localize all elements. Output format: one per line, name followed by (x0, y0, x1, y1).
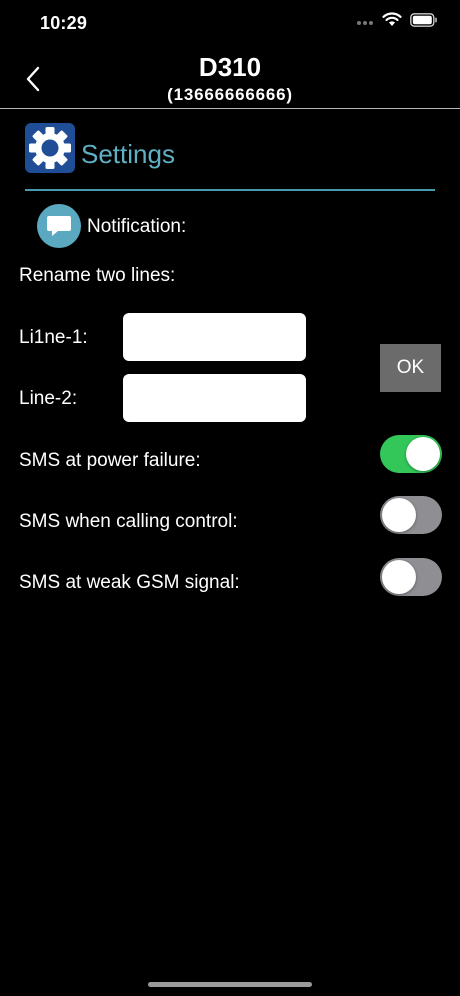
rename-lines-label: Rename two lines: (19, 265, 176, 286)
nav-divider (0, 108, 460, 109)
settings-gear-icon (25, 123, 75, 173)
line1-name-input[interactable] (123, 313, 306, 361)
sms-power-failure-toggle[interactable] (380, 435, 442, 473)
toggle-knob (382, 560, 416, 594)
line1-label: Li1ne-1: (19, 327, 88, 348)
sms-calling-control-toggle[interactable] (380, 496, 442, 534)
sms-weak-gsm-toggle[interactable] (380, 558, 442, 596)
line2-label: Line-2: (19, 388, 78, 409)
sms-weak-gsm-label: SMS at weak GSM signal: (19, 572, 240, 593)
device-phone-number: (13666666666) (167, 85, 293, 104)
home-indicator (148, 982, 312, 987)
section-divider (25, 189, 435, 191)
signal-dots-icon (356, 13, 374, 31)
sms-calling-control-label: SMS when calling control: (19, 511, 238, 532)
page-title: D310 (198, 52, 262, 82)
settings-title: Settings (81, 139, 175, 169)
ok-button[interactable]: OK (380, 344, 441, 392)
toggle-knob (406, 437, 440, 471)
line2-name-input[interactable] (123, 374, 306, 422)
notification-label: Notification: (87, 216, 187, 237)
status-time: 10:29 (40, 13, 88, 33)
chat-bubble-icon (37, 204, 81, 248)
sms-power-failure-label: SMS at power failure: (19, 450, 201, 471)
toggle-knob (382, 498, 416, 532)
wifi-icon (382, 12, 402, 32)
battery-icon (410, 12, 438, 32)
status-icons (356, 12, 438, 32)
